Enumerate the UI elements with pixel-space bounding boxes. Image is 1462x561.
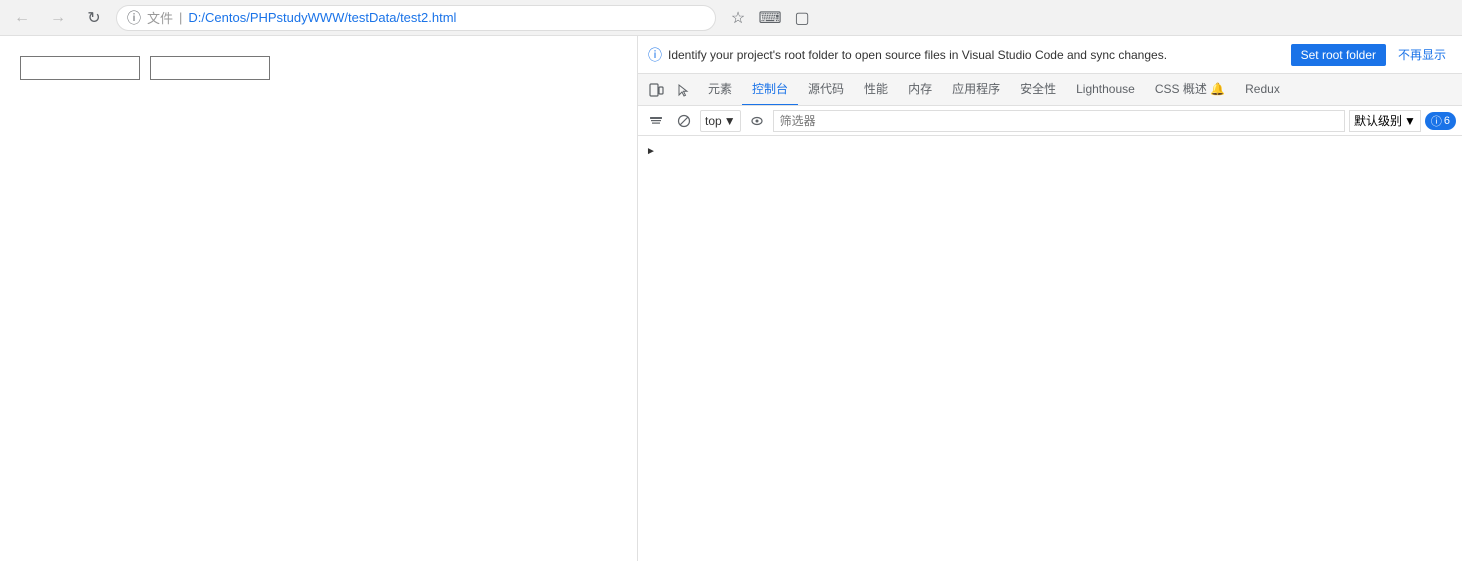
tab-elements[interactable]: 元素 <box>698 74 742 106</box>
dismiss-button[interactable]: 不再显示 <box>1392 42 1452 67</box>
eye-icon <box>750 114 764 128</box>
devtools-tabs: 元素 控制台 源代码 性能 内存 应用程序 安全性 <box>638 74 1462 106</box>
address-pipe: | <box>179 10 182 25</box>
tab-device-toggle[interactable] <box>642 74 670 106</box>
file-label: 文件 <box>147 8 173 27</box>
inspect-icon <box>676 82 692 98</box>
level-dropdown-icon: ▼ <box>1404 114 1416 128</box>
level-dropdown[interactable]: 默认级别 ▼ <box>1349 110 1421 132</box>
page-input-2[interactable] <box>150 56 270 80</box>
device-icon <box>648 82 664 98</box>
page-input-1[interactable] <box>20 56 140 80</box>
issues-badge[interactable]: ⓘ 6 <box>1425 112 1456 130</box>
tab-inspect-toggle[interactable] <box>670 74 698 106</box>
block-console-button[interactable] <box>672 109 696 133</box>
console-content: ► <box>638 136 1462 561</box>
forward-button[interactable]: → <box>44 4 72 32</box>
main-area: ⓘ Identify your project's root folder to… <box>0 36 1462 561</box>
tab-application[interactable]: 应用程序 <box>942 74 1010 106</box>
clear-icon <box>649 114 663 128</box>
page-inputs-row <box>20 56 617 80</box>
banner-info-icon: ⓘ <box>648 45 662 65</box>
tab-security[interactable]: 安全性 <box>1010 74 1066 106</box>
tab-css-overview[interactable]: CSS 概述 🔔 <box>1145 74 1235 106</box>
clear-console-button[interactable] <box>644 109 668 133</box>
devtools-panel: ⓘ Identify your project's root folder to… <box>638 36 1462 561</box>
tab-memory[interactable]: 内存 <box>898 74 942 106</box>
browser-toolbar-right: ☆ ⌨ ▢ <box>724 4 816 32</box>
block-icon <box>677 114 691 128</box>
console-row-chevron[interactable]: ► <box>638 140 1462 162</box>
extension-button[interactable]: ⌨ <box>756 4 784 32</box>
banner-text: Identify your project's root folder to o… <box>668 48 1285 62</box>
address-info-icon: ⓘ <box>127 8 141 28</box>
tab-console[interactable]: 控制台 <box>742 74 798 106</box>
tab-sources[interactable]: 源代码 <box>798 74 854 106</box>
tab-redux[interactable]: Redux <box>1235 74 1290 106</box>
console-toolbar: top ▼ 默认级别 ▼ <box>638 106 1462 136</box>
eye-button[interactable] <box>745 109 769 133</box>
filter-input[interactable] <box>773 110 1345 132</box>
window-controls-button[interactable]: ▢ <box>788 4 816 32</box>
chevron-right-icon: ► <box>646 146 656 157</box>
context-selector[interactable]: top ▼ <box>700 110 741 132</box>
browser-topbar: ← → ↻ ⓘ 文件 | D:/Centos/PHPstudyWWW/testD… <box>0 0 1462 36</box>
tab-performance[interactable]: 性能 <box>854 74 898 106</box>
browser-window: ← → ↻ ⓘ 文件 | D:/Centos/PHPstudyWWW/testD… <box>0 0 1462 561</box>
level-label: 默认级别 <box>1354 112 1402 129</box>
info-banner: ⓘ Identify your project's root folder to… <box>638 36 1462 74</box>
address-url: D:/Centos/PHPstudyWWW/testData/test2.htm… <box>188 10 456 25</box>
tab-lighthouse[interactable]: Lighthouse <box>1066 74 1145 106</box>
context-label: top <box>705 114 722 128</box>
issues-icon: ⓘ <box>1431 113 1442 129</box>
address-bar[interactable]: ⓘ 文件 | D:/Centos/PHPstudyWWW/testData/te… <box>116 5 716 31</box>
issues-count: 6 <box>1444 115 1450 127</box>
set-root-button[interactable]: Set root folder <box>1291 44 1386 66</box>
reload-button[interactable]: ↻ <box>80 4 108 32</box>
bookmark-button[interactable]: ☆ <box>724 4 752 32</box>
back-button[interactable]: ← <box>8 4 36 32</box>
page-content <box>0 36 638 561</box>
context-dropdown-icon: ▼ <box>724 114 736 128</box>
